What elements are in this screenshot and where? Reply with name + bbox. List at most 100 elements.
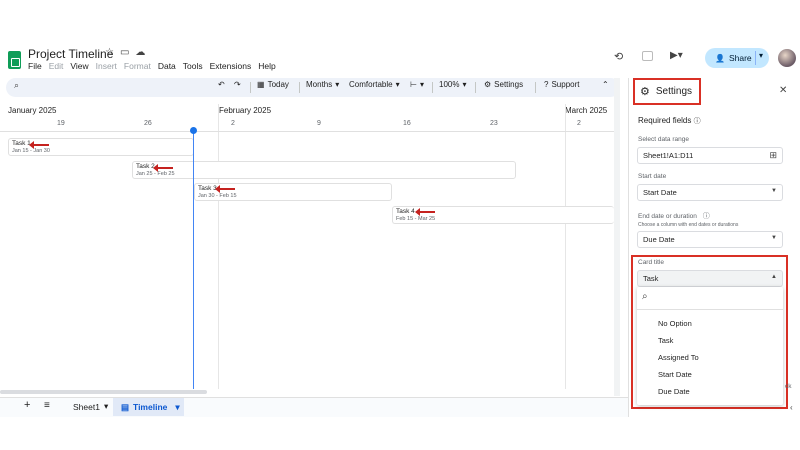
settings-button[interactable]: ⚙ Settings [484, 80, 523, 89]
option-start-date[interactable]: Start Date [658, 370, 692, 379]
card-title-select[interactable]: Task ▲ [637, 270, 783, 287]
collapse-toolbar-icon[interactable]: ⌃ [602, 80, 609, 89]
task-title: Task 2 [136, 163, 155, 170]
task-dates: Feb 15 - Mar 25 [396, 216, 436, 222]
title-actions: ☆ ▭ ☁ [105, 47, 145, 58]
task-card[interactable]: Task 1 Jan 15 - Jan 30 [8, 138, 194, 156]
option-task[interactable]: Task [658, 336, 673, 345]
chevron-down-icon: ▾ [395, 80, 400, 89]
start-date-label: Start date [638, 173, 667, 180]
task-card[interactable]: Task 2 Jan 25 - Feb 25 [132, 161, 516, 179]
meet-video-icon[interactable]: ▶▾ [670, 50, 683, 61]
sheets-logo-icon[interactable] [8, 51, 21, 69]
task-title: Task 4 [396, 208, 415, 215]
menu-data[interactable]: Data [158, 61, 176, 71]
all-sheets-icon[interactable]: ≡ [44, 400, 50, 411]
horizontal-scrollbar[interactable] [0, 390, 207, 394]
day-tick: 23 [490, 120, 498, 127]
end-date-label: End date or duration ⓘ [638, 213, 710, 220]
document-title[interactable]: Project Timeline [28, 47, 113, 61]
share-dropdown-icon[interactable]: ▾ [759, 51, 763, 60]
menu-bar: File Edit View Insert Format Data Tools … [28, 61, 276, 71]
group-by-dropdown[interactable]: ⊢ ▾ [410, 80, 424, 89]
info-icon[interactable]: ⓘ [694, 118, 701, 125]
group-icon: ⊢ [410, 80, 417, 89]
month-label: January 2025 [8, 106, 57, 115]
vertical-scrollbar[interactable] [614, 78, 620, 396]
menu-edit[interactable]: Edit [49, 61, 64, 71]
annotation-arrow [215, 185, 235, 193]
option-due-date[interactable]: Due Date [658, 387, 690, 396]
chevron-down-icon: ▾ [419, 80, 424, 89]
today-button[interactable]: ▦ Today [257, 80, 289, 89]
option-no-option[interactable]: No Option [658, 319, 692, 328]
card-title-dropdown-menu: ⌕ No Option Task Assigned To Start Date … [637, 287, 783, 405]
help-icon: ? [544, 80, 549, 89]
day-tick: 9 [317, 120, 321, 127]
add-sheet-icon[interactable]: + [24, 399, 30, 411]
menu-extensions[interactable]: Extensions [210, 61, 252, 71]
day-tick: 16 [403, 120, 411, 127]
chevron-left-icon[interactable]: ‹ [790, 403, 793, 412]
time-scale-dropdown[interactable]: Months ▾ [306, 80, 339, 89]
calendar-icon: ▦ [257, 80, 265, 89]
menu-file[interactable]: File [28, 61, 42, 71]
day-tick: 19 [57, 120, 65, 127]
menu-insert[interactable]: Insert [96, 61, 117, 71]
info-icon[interactable]: ⓘ [703, 213, 710, 220]
sheet-tab-timeline[interactable]: ▤ Timeline ▾ [113, 398, 184, 416]
comment-icon[interactable] [642, 51, 653, 61]
task-card[interactable]: Task 3 Jan 30 - Feb 15 [194, 183, 392, 201]
avatar[interactable] [778, 49, 796, 67]
start-date-select[interactable]: Start Date ▼ [637, 184, 783, 201]
dropdown-arrow-up-icon: ▲ [771, 274, 777, 280]
grid-select-icon[interactable]: ⊞ [769, 150, 777, 161]
end-date-hint: Choose a column with end dates or durati… [638, 222, 739, 228]
sheet-tab-sheet1[interactable]: Sheet1 ▾ [73, 401, 108, 412]
cloud-status-icon[interactable]: ☁ [135, 47, 145, 58]
gear-icon: ⚙ [640, 86, 650, 98]
share-button[interactable]: 👤 Share ▾ [705, 48, 769, 68]
menu-format[interactable]: Format [124, 61, 151, 71]
star-icon[interactable]: ☆ [105, 47, 114, 58]
move-folder-icon[interactable]: ▭ [120, 47, 129, 58]
month-label: March 2025 [565, 106, 608, 115]
month-label: February 2025 [219, 106, 272, 115]
dropdown-arrow-icon: ▼ [771, 188, 777, 194]
timeline-icon: ▤ [121, 401, 130, 412]
end-date-select[interactable]: Due Date ▼ [637, 231, 783, 248]
chevron-down-icon: ▾ [175, 401, 180, 412]
search-icon: ⌕ [642, 291, 648, 302]
today-marker-dot [190, 127, 197, 134]
dropdown-search[interactable]: ⌕ [637, 287, 783, 310]
close-icon[interactable]: ✕ [779, 85, 787, 96]
task-title: Task 1 [12, 140, 31, 147]
annotation-arrow [415, 208, 435, 216]
day-tick: 26 [144, 120, 152, 127]
required-fields-heading: Required fields ⓘ [638, 116, 701, 125]
chevron-down-icon: ▾ [103, 401, 109, 411]
app-window: Project Timeline ☆ ▭ ☁ File Edit View In… [0, 0, 800, 450]
density-dropdown[interactable]: Comfortable ▾ [349, 80, 400, 89]
search-icon[interactable]: ⌕ [14, 80, 19, 91]
gear-icon: ⚙ [484, 80, 492, 89]
today-marker [193, 131, 194, 389]
option-assigned-to[interactable]: Assigned To [658, 353, 699, 362]
dropdown-arrow-icon: ▼ [771, 235, 777, 241]
chevron-down-icon: ▾ [462, 80, 467, 89]
menu-view[interactable]: View [70, 61, 88, 71]
day-tick: 2 [577, 120, 581, 127]
undo-icon[interactable]: ↶ [218, 80, 225, 89]
history-icon[interactable]: ⟲ [614, 50, 623, 63]
panel-peek-text: ck [785, 383, 792, 390]
day-tick: 2 [231, 120, 235, 127]
data-range-input[interactable]: Sheet1!A1:D11 ⊞ [637, 147, 783, 164]
share-label: Share [728, 53, 752, 63]
menu-tools[interactable]: Tools [183, 61, 203, 71]
data-range-label: Select data range [638, 136, 689, 143]
zoom-dropdown[interactable]: 100% ▾ [439, 80, 466, 89]
redo-icon[interactable]: ↷ [234, 80, 241, 89]
menu-help[interactable]: Help [258, 61, 275, 71]
task-card[interactable]: Task 4 Feb 15 - Mar 25 [392, 206, 614, 224]
support-button[interactable]: ? Support [544, 80, 579, 89]
